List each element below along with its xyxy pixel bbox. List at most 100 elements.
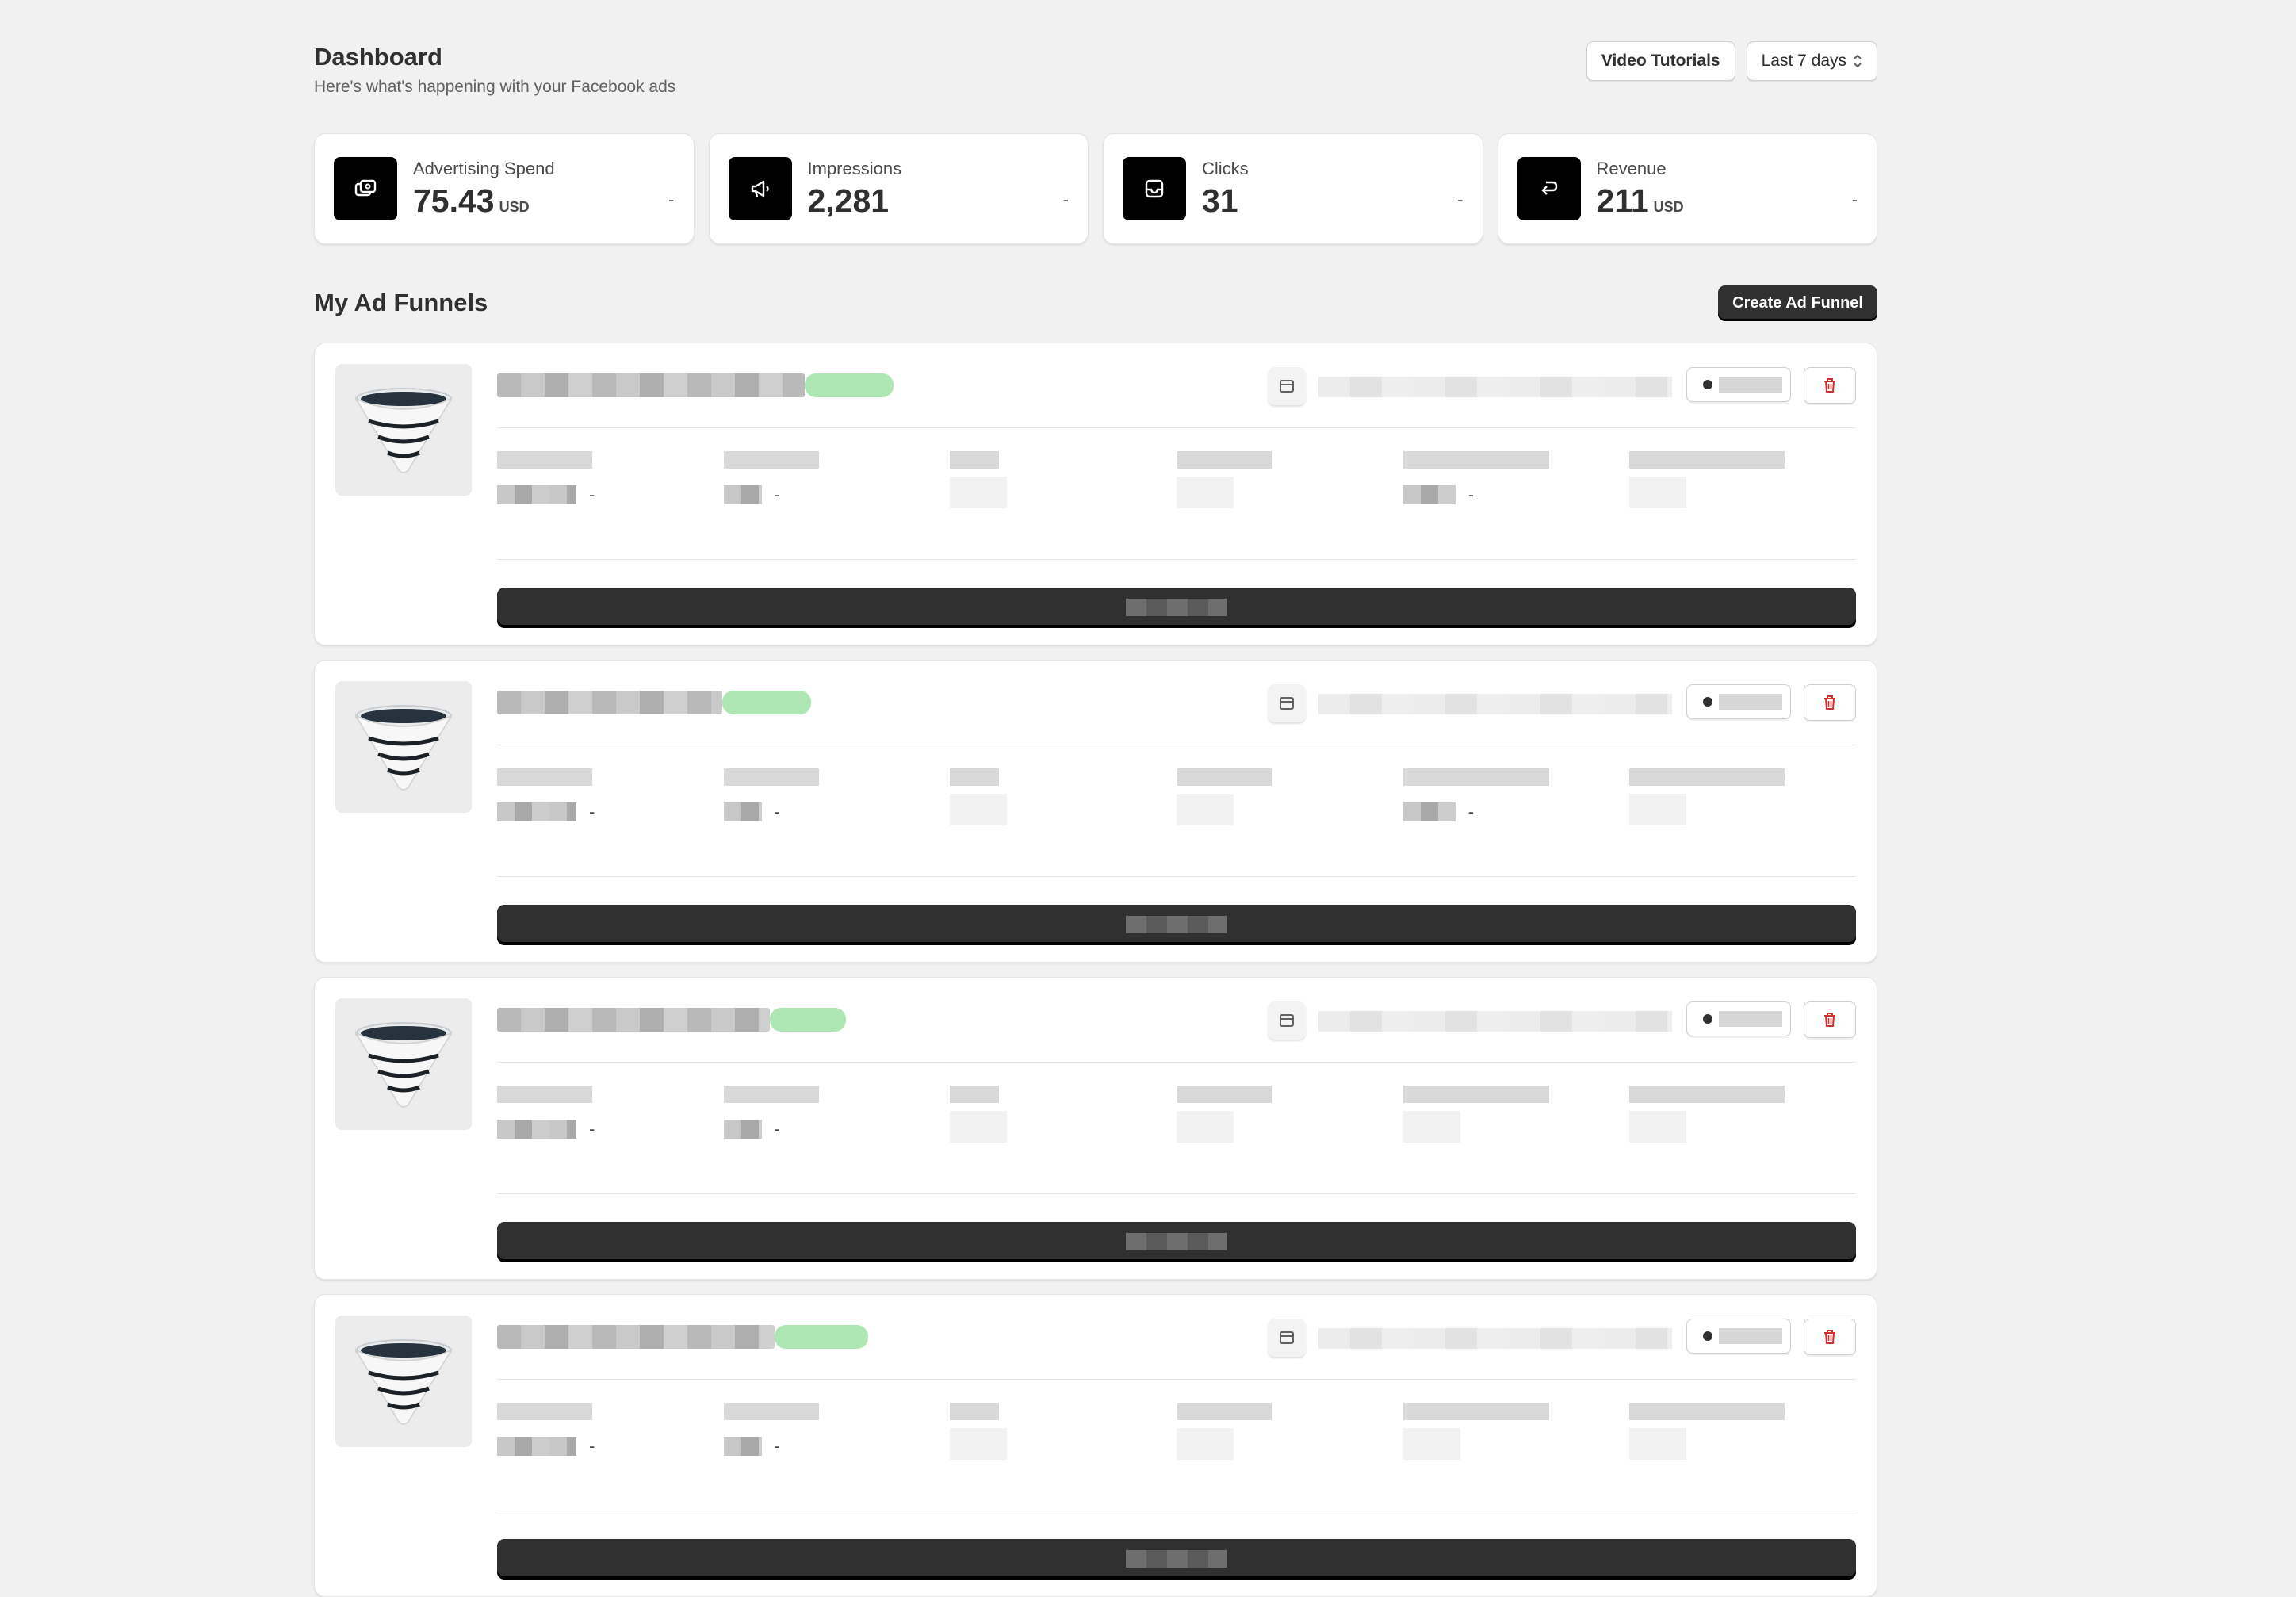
metric-value: - [497,1436,724,1457]
status-dot-icon [1703,1331,1712,1341]
metric-label [723,1403,819,1420]
funnel-name[interactable] [497,1325,775,1349]
chevron-updown-icon [1853,52,1862,70]
funnel-metric [950,1403,1177,1482]
metric-value-blur [1177,1111,1234,1143]
funnel-metric: - [723,1403,951,1482]
funnel-status-toggle[interactable] [1686,367,1791,402]
kpi-trend: - [1851,190,1858,209]
kpi-unit: USD [499,198,530,215]
metric-label [1177,768,1272,786]
metric-label [497,1403,592,1420]
funnel-metric [1629,1086,1856,1165]
kpi-number: 2,281 [807,182,890,219]
view-funnel-button[interactable] [497,1539,1856,1579]
delete-funnel-button[interactable] [1804,684,1856,721]
metric-value-blur [1177,794,1234,825]
window-icon[interactable] [1268,1319,1306,1357]
divider [497,1379,1856,1380]
kpi-body: Impressions 2,281 [808,159,902,220]
toggle-label [1719,694,1782,710]
kpi-body: Clicks 31 [1202,159,1249,220]
funnel-thumbnail [335,364,472,496]
funnel-status-toggle[interactable] [1686,684,1791,719]
metric-trend: - [774,1436,780,1456]
delete-funnel-button[interactable] [1804,1001,1856,1038]
funnel-metric [1629,1403,1856,1482]
funnels-section-header: My Ad Funnels Create Ad Funnel [314,285,1877,320]
funnel-metrics: -- [497,1086,1856,1165]
view-funnel-button[interactable] [497,1222,1856,1262]
video-tutorials-button[interactable]: Video Tutorials [1586,41,1735,81]
view-funnel-button[interactable] [497,588,1856,627]
kpi-row: Advertising Spend 75.43 USD - Impressions… [314,133,1877,244]
kpi-card-impressions: Impressions 2,281 - [708,133,1089,244]
funnel-metrics: --- [497,451,1856,530]
metric-value: - [723,1436,951,1457]
kpi-value: 211 USD [1597,182,1684,220]
divider [497,1193,1856,1194]
metric-value: - [497,484,724,505]
metric-value-blur [1402,802,1456,821]
metric-label [1177,1086,1272,1103]
window-icon[interactable] [1268,684,1306,722]
view-funnel-button[interactable] [497,905,1856,944]
kpi-card-revenue: Revenue 211 USD - [1497,133,1877,244]
metric-value-blur [950,794,1008,825]
divider [497,427,1856,428]
delete-funnel-button[interactable] [1804,1319,1856,1355]
metric-trend: - [589,1436,595,1456]
divider [497,559,1856,560]
funnel-thumbnail [335,1316,472,1447]
metric-value-blur [950,1111,1008,1143]
funnel-card: -- [314,977,1877,1280]
funnel-status-badge [775,1325,868,1349]
funnel-url [1318,1011,1672,1032]
funnel-metric: - [497,1403,724,1482]
page-subtitle: Here's what's happening with your Facebo… [314,78,676,96]
window-icon[interactable] [1268,1001,1306,1040]
kpi-label: Impressions [807,158,902,178]
status-dot-icon [1703,697,1712,707]
metric-label [1177,451,1272,469]
create-ad-funnel-button[interactable]: Create Ad Funnel [1718,285,1877,320]
delete-funnel-button[interactable] [1804,367,1856,404]
funnel-name[interactable] [497,1008,770,1032]
funnel-status-toggle[interactable] [1686,1319,1791,1354]
funnel-name[interactable] [497,691,722,714]
metric-label [1629,1086,1785,1103]
funnel-metric: - [497,451,724,530]
view-funnel-label [1126,599,1227,616]
metric-label [1402,451,1549,469]
metric-trend: - [774,484,780,504]
metric-trend: - [774,1119,780,1139]
metric-trend: - [589,484,595,504]
funnel-name[interactable] [497,373,805,397]
metric-value: - [1402,484,1630,505]
status-dot-icon [1703,380,1712,389]
megaphone-icon [728,157,792,220]
window-icon[interactable] [1268,367,1306,405]
funnel-metric [950,1086,1177,1165]
date-range-select[interactable]: Last 7 days [1746,41,1877,81]
metric-value: - [497,1119,724,1139]
metric-trend: - [1468,802,1475,821]
metric-label [723,451,819,469]
funnel-url [1318,377,1672,397]
funnel-icon [354,705,453,791]
toggle-label [1719,377,1782,393]
funnel-metric: - [1402,768,1630,848]
funnel-metric: - [497,1086,724,1165]
kpi-number: 211 [1596,182,1649,219]
metric-value-blur [1629,794,1687,825]
kpi-card-clicks: Clicks 31 - [1103,133,1483,244]
funnel-status-toggle[interactable] [1686,1001,1791,1036]
toggle-label [1719,1328,1782,1344]
status-dot-icon [1703,1014,1712,1024]
section-title: My Ad Funnels [314,289,488,316]
funnel-metric: - [1402,451,1630,530]
metric-label [950,1086,1000,1103]
metric-label [950,768,1000,786]
date-range-label: Last 7 days [1761,52,1846,70]
funnel-metric: - [723,768,951,848]
